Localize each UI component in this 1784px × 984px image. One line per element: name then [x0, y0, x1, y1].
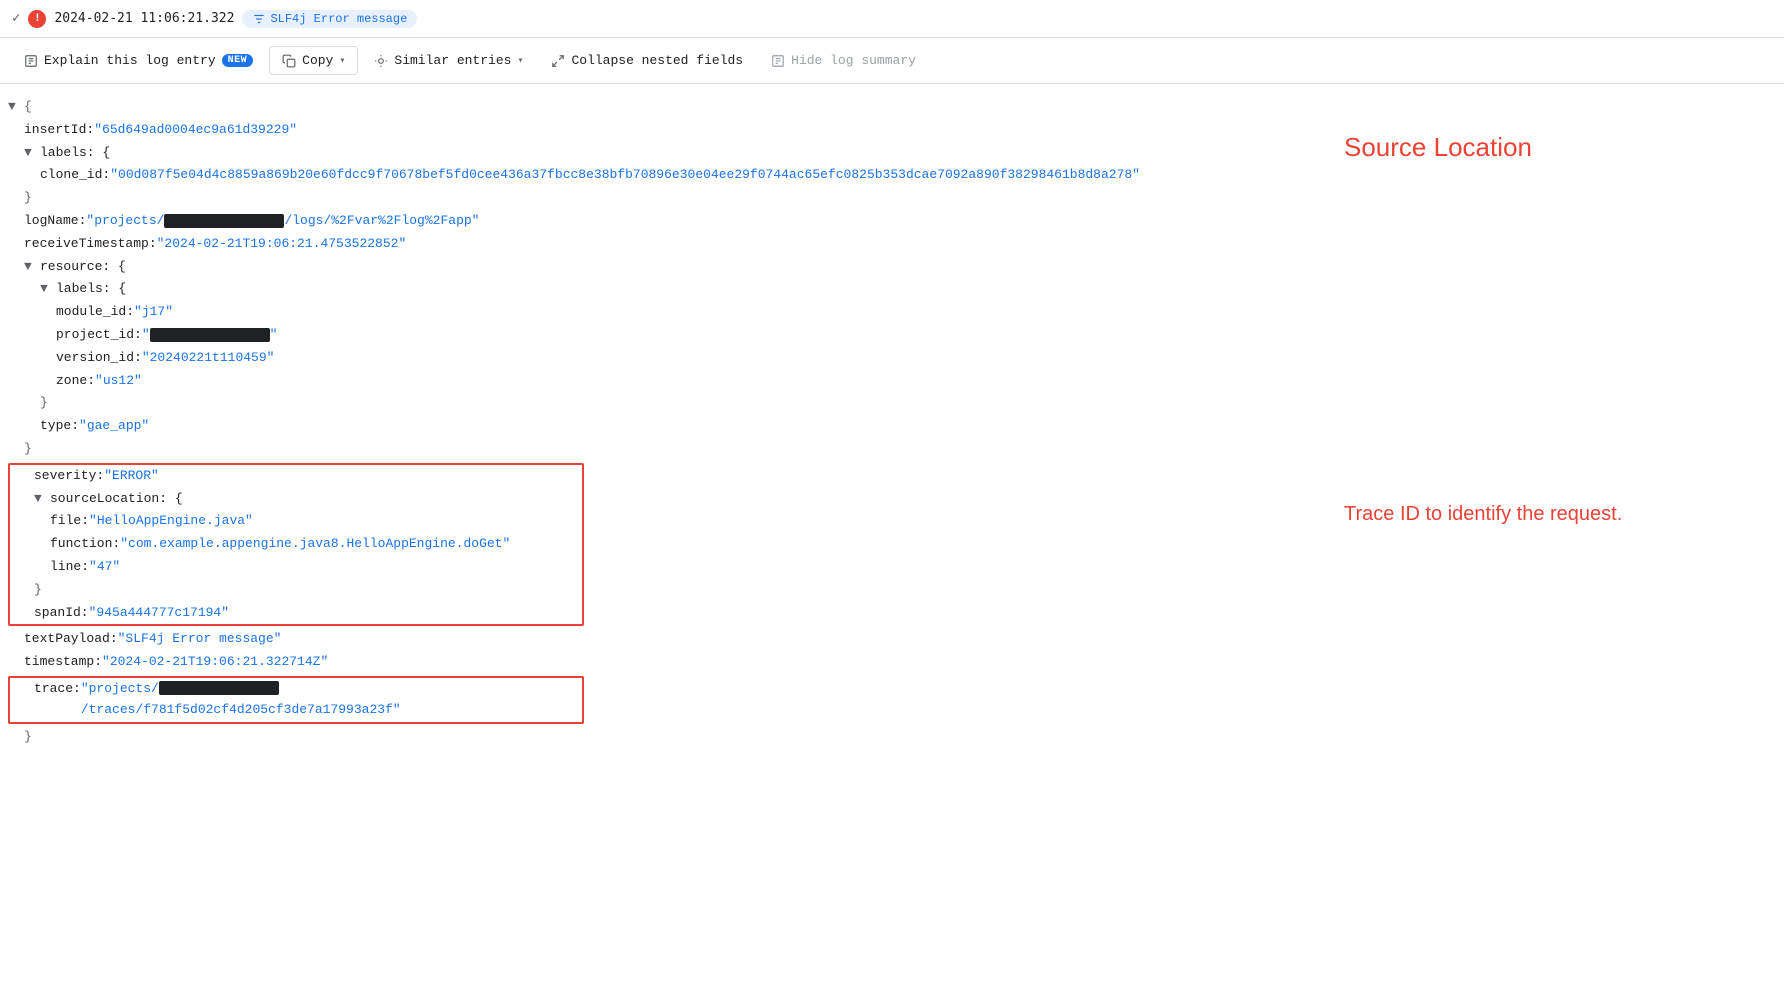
log-version-id: version_id: "20240221t110459" — [0, 347, 1284, 370]
similar-icon — [374, 54, 388, 68]
filter-icon — [252, 12, 266, 26]
versionid-value: "20240221t110459" — [142, 348, 275, 369]
explain-icon — [24, 54, 38, 68]
log-root-close: } — [0, 726, 1284, 749]
log-resource-labels-open: ▼ labels: { — [0, 278, 1284, 301]
log-file: file: "HelloAppEngine.java" — [10, 510, 582, 533]
copy-button[interactable]: Copy ▾ — [269, 46, 358, 75]
toolbar: Explain this log entry NEW Copy ▾ Simila… — [0, 38, 1784, 84]
resource-toggle[interactable]: ▼ — [24, 257, 40, 278]
resource-labels-toggle[interactable]: ▼ — [40, 279, 56, 300]
log-clone-id: clone_id: "00d087f5e04d4c8859a869b20e60f… — [0, 164, 1284, 187]
log-root-open: ▼ { — [0, 96, 1284, 119]
log-textpayload: textPayload: "SLF4j Error message" — [0, 628, 1284, 651]
similar-label: Similar entries — [394, 53, 511, 68]
annotation-panel: Source Location Trace ID to identify the… — [1284, 92, 1784, 976]
log-sourcelocation-close: } — [10, 579, 582, 602]
log-receivetimestamp: receiveTimestamp: "2024-02-21T19:06:21.4… — [0, 233, 1284, 256]
log-resource-close: } — [0, 438, 1284, 461]
log-insertId: insertId: "65d649ad0004ec9a61d39229" — [0, 119, 1284, 142]
log-project-id: project_id: "" — [0, 324, 1284, 347]
spanid-value: "945a444777c17194" — [89, 603, 229, 624]
labels-toggle[interactable]: ▼ — [24, 143, 40, 164]
source-location-highlight-box: severity: "ERROR" ▼ sourceLocation: { fi… — [8, 463, 584, 627]
similar-chevron-icon: ▾ — [517, 55, 523, 67]
copy-label: Copy — [302, 53, 333, 68]
copy-chevron-icon: ▾ — [339, 55, 345, 67]
collapse-button[interactable]: Collapse nested fields — [539, 47, 755, 74]
log-resource-open: ▼ resource: { — [0, 256, 1284, 279]
severity-value: "ERROR" — [104, 466, 159, 487]
log-line-num: line: "47" — [10, 556, 582, 579]
redacted-trace — [159, 681, 279, 695]
redacted-projectid — [150, 328, 270, 342]
log-timestamp: timestamp: "2024-02-21T19:06:21.322714Z" — [0, 651, 1284, 674]
log-labels-close: } — [0, 187, 1284, 210]
collapse-icon — [551, 54, 565, 68]
log-resource-labels-close: } — [0, 392, 1284, 415]
log-sourcelocation-open: ▼ sourceLocation: { — [10, 488, 582, 511]
type-value: "gae_app" — [79, 416, 149, 437]
source-location-annotation: Source Location — [1344, 132, 1724, 163]
trace-highlight-box: trace: "projects//traces/f781f5d02cf4d20… — [8, 676, 584, 724]
similar-entries-button[interactable]: Similar entries ▾ — [362, 47, 535, 74]
log-labels-open: ▼ labels: { — [0, 142, 1284, 165]
zone-value: "us12" — [95, 371, 142, 392]
log-severity: severity: "ERROR" — [10, 465, 582, 488]
timestamp-value: "2024-02-21T19:06:21.322714Z" — [102, 652, 328, 673]
log-timestamp: 2024-02-21 11:06:21.322 — [54, 11, 234, 26]
log-panel: ▼ { insertId: "65d649ad0004ec9a61d39229"… — [0, 92, 1284, 976]
log-module-id: module_id: "j17" — [0, 301, 1284, 324]
severity-error-icon: ! — [28, 10, 46, 28]
collapse-label: Collapse nested fields — [571, 53, 743, 68]
textpayload-value: "SLF4j Error message" — [118, 629, 282, 650]
file-value: "HelloAppEngine.java" — [89, 511, 253, 532]
log-logname: logName: "projects//logs/%2Fvar%2Flog%2F… — [0, 210, 1284, 233]
top-bar: ✓ ! 2024-02-21 11:06:21.322 SLF4j Error … — [0, 0, 1784, 38]
hide-summary-button[interactable]: Hide log summary — [759, 47, 928, 74]
log-type: type: "gae_app" — [0, 415, 1284, 438]
hide-summary-label: Hide log summary — [791, 53, 916, 68]
log-zone: zone: "us12" — [0, 370, 1284, 393]
main-content: ▼ { insertId: "65d649ad0004ec9a61d39229"… — [0, 84, 1784, 984]
moduleid-value: "j17" — [134, 302, 173, 323]
receivetimestamp-value: "2024-02-21T19:06:21.4753522852" — [157, 234, 407, 255]
function-value: "com.example.appengine.java8.HelloAppEng… — [120, 534, 510, 555]
trace-annotation: Trace ID to identify the request. — [1344, 503, 1724, 526]
log-spanid: spanId: "945a444777c17194" — [10, 602, 582, 625]
new-badge: NEW — [222, 54, 254, 67]
redacted-logname — [164, 214, 284, 228]
insertid-value: "65d649ad0004ec9a61d39229" — [94, 120, 297, 141]
copy-icon — [282, 54, 296, 68]
log-trace: trace: "projects//traces/f781f5d02cf4d20… — [10, 678, 582, 722]
sourcelocation-toggle[interactable]: ▼ — [34, 489, 50, 510]
explain-button[interactable]: Explain this log entry NEW — [12, 47, 265, 74]
cloneid-value: "00d087f5e04d4c8859a869b20e60fdcc9f70678… — [110, 165, 1140, 186]
top-bar-left: ✓ ! 2024-02-21 11:06:21.322 SLF4j Error … — [12, 10, 1772, 28]
hide-icon — [771, 54, 785, 68]
root-toggle[interactable]: ▼ — [8, 97, 24, 118]
log-tag-badge[interactable]: SLF4j Error message — [242, 10, 417, 28]
tag-label: SLF4j Error message — [270, 12, 407, 26]
line-value: "47" — [89, 557, 120, 578]
log-function: function: "com.example.appengine.java8.H… — [10, 533, 582, 556]
checkmark-icon: ✓ — [12, 10, 20, 27]
explain-label: Explain this log entry — [44, 53, 216, 68]
